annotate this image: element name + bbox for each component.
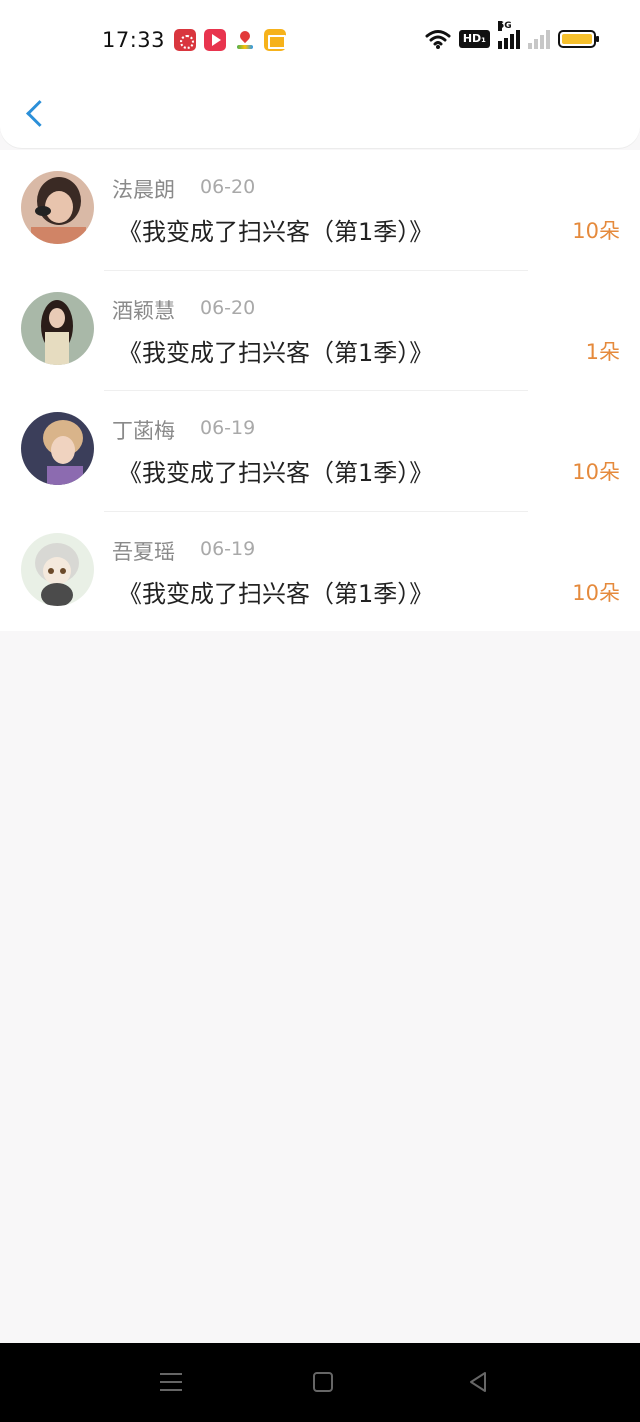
- menu-icon[interactable]: [160, 1371, 182, 1393]
- battery-icon: [558, 30, 599, 48]
- header: [0, 80, 640, 148]
- list-item[interactable]: 丁菡梅 06-19 《我变成了扫兴客（第1季）》 10朵: [0, 391, 640, 512]
- avatar[interactable]: [21, 412, 94, 485]
- system-nav-bar: [0, 1343, 640, 1422]
- list-item[interactable]: 法晨朗 06-20 《我变成了扫兴客（第1季）》 10朵: [0, 150, 640, 271]
- avatar[interactable]: [21, 291, 94, 365]
- sender-name: 丁菡梅: [112, 419, 175, 443]
- mail-icon: [264, 29, 286, 51]
- list-item[interactable]: 酒颖慧 06-20 《我变成了扫兴客（第1季）》 1朵: [0, 271, 640, 391]
- hd-icon: HD₁: [458, 30, 490, 48]
- signal-icon: [528, 29, 550, 49]
- back-button[interactable]: [20, 94, 50, 134]
- sender-name: 吾夏瑶: [112, 539, 175, 564]
- list-item[interactable]: 吾夏瑶 06-19 《我变成了扫兴客（第1季）》 10朵: [0, 512, 640, 633]
- work-title: 《我变成了扫兴客（第1季）》: [118, 338, 434, 367]
- gift-date: 06-20: [200, 176, 256, 198]
- network-type-label: 5G: [498, 21, 512, 31]
- status-bar: 17:33 HD₁ 5G: [0, 0, 640, 80]
- work-title: 《我变成了扫兴客（第1季）》: [118, 579, 434, 608]
- sender-name: 法晨朗: [112, 178, 175, 202]
- gift-date: 06-19: [200, 417, 256, 439]
- avatar[interactable]: [21, 532, 94, 606]
- home-icon[interactable]: [313, 1372, 333, 1392]
- flower-app-icon: [174, 29, 196, 51]
- system-icons: HD₁ 5G: [425, 21, 599, 50]
- battery-level: [562, 34, 592, 44]
- flower-count: 10朵: [572, 460, 620, 484]
- flower-count: 10朵: [572, 219, 620, 243]
- video-play-icon: [204, 29, 226, 51]
- gift-list: 法晨朗 06-20 《我变成了扫兴客（第1季）》 10朵 酒颖慧 06-20 《…: [0, 150, 640, 631]
- flower-count: 10朵: [572, 580, 620, 605]
- flower-count: 1朵: [585, 339, 620, 364]
- status-time: 17:33: [102, 28, 166, 52]
- wifi-icon: [425, 28, 451, 50]
- work-title: 《我变成了扫兴客（第1季）》: [118, 218, 434, 246]
- gift-date: 06-19: [200, 537, 256, 560]
- avatar[interactable]: [21, 171, 94, 244]
- back-triangle-icon[interactable]: [467, 1371, 489, 1393]
- map-pin-icon: [234, 29, 256, 51]
- notification-icons: [174, 29, 286, 51]
- sender-name: 酒颖慧: [112, 298, 175, 323]
- signal-5g-icon: 5G: [498, 21, 520, 49]
- work-title: 《我变成了扫兴客（第1季）》: [118, 459, 434, 487]
- gift-date: 06-20: [200, 296, 256, 319]
